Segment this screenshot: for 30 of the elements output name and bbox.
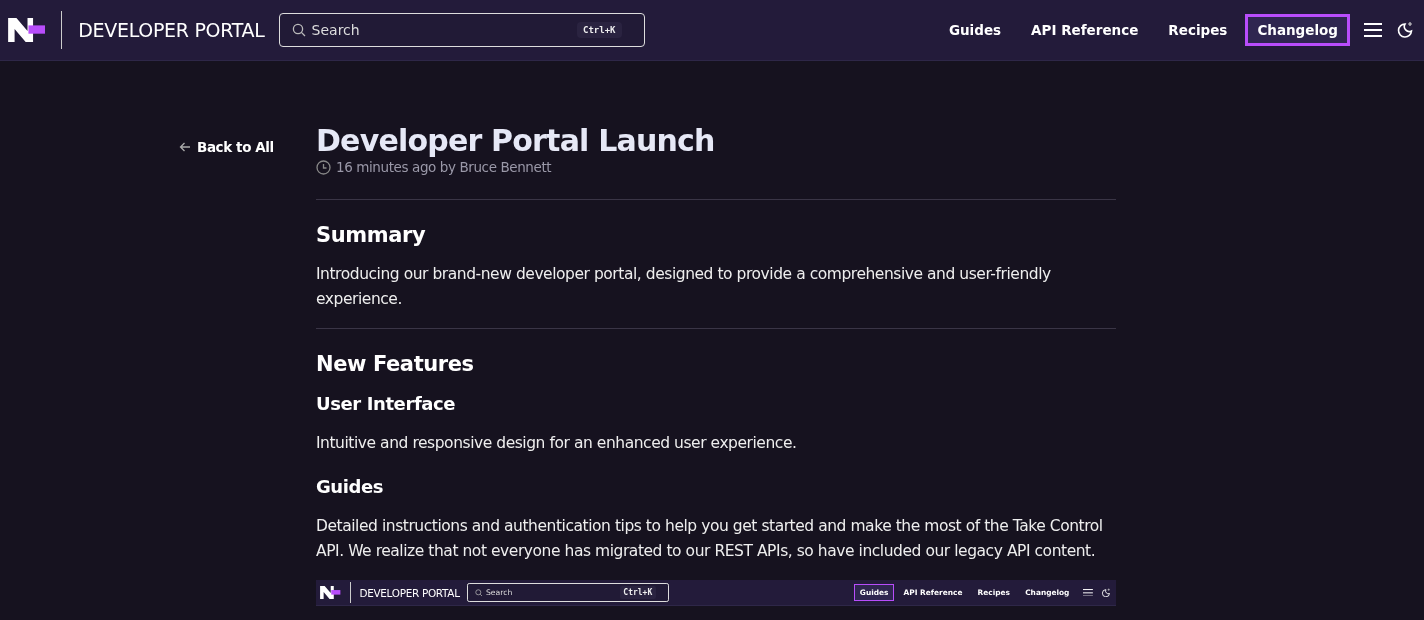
- menu-icon[interactable]: [1364, 23, 1382, 37]
- menu-icon[interactable]: [1083, 588, 1093, 597]
- subsection-heading: User Interface: [316, 392, 457, 416]
- moon-icon[interactable]: [1100, 587, 1111, 598]
- brand-title: DEVELOPER PORTAL: [359, 586, 460, 599]
- nav-link[interactable]: Recipes: [1156, 14, 1240, 46]
- nav-link[interactable]: Changelog: [1245, 14, 1350, 46]
- nav-link[interactable]: Guides: [936, 14, 1014, 46]
- search-icon: [291, 23, 306, 37]
- arrow-left-icon: [179, 142, 191, 152]
- nav-link[interactable]: API Reference: [1019, 14, 1151, 46]
- back-link[interactable]: Back to All: [179, 137, 274, 157]
- shortcut-hint: Ctrl+K: [620, 586, 656, 599]
- paragraph: Intuitive and responsive design for an enhanced user experience.: [316, 433, 798, 454]
- moon-icon[interactable]: [1396, 21, 1414, 39]
- post-title: Developer Portal Launch: [316, 123, 716, 159]
- paragraph: Introducing our brand-new developer portal, designed to provide a comprehensive and user-friendly experience.: [316, 264, 1052, 310]
- post-meta: 16 minutes ago by Bruce Bennett: [336, 159, 552, 175]
- brand-title: DEVELOPER PORTAL: [78, 19, 265, 41]
- subsection-heading: Guides: [316, 475, 385, 499]
- section-heading: Summary: [316, 222, 427, 249]
- search-input[interactable]: Search: [311, 22, 572, 38]
- clock-icon: [316, 159, 331, 175]
- logo-icon[interactable]: [8, 18, 46, 42]
- paragraph: Detailed instructions and authentication tips to help you get started and make the most of the Take Control API. We realize that not everyone has migrated to our REST APIs, so have included our legacy API content.: [316, 516, 1104, 562]
- section-heading: New Features: [316, 351, 475, 378]
- search-bar[interactable]: Search Ctrl+K: [278, 13, 645, 47]
- shortcut-hint: Ctrl+K: [577, 22, 622, 38]
- search-icon: [474, 588, 483, 597]
- logo-icon[interactable]: [320, 585, 341, 600]
